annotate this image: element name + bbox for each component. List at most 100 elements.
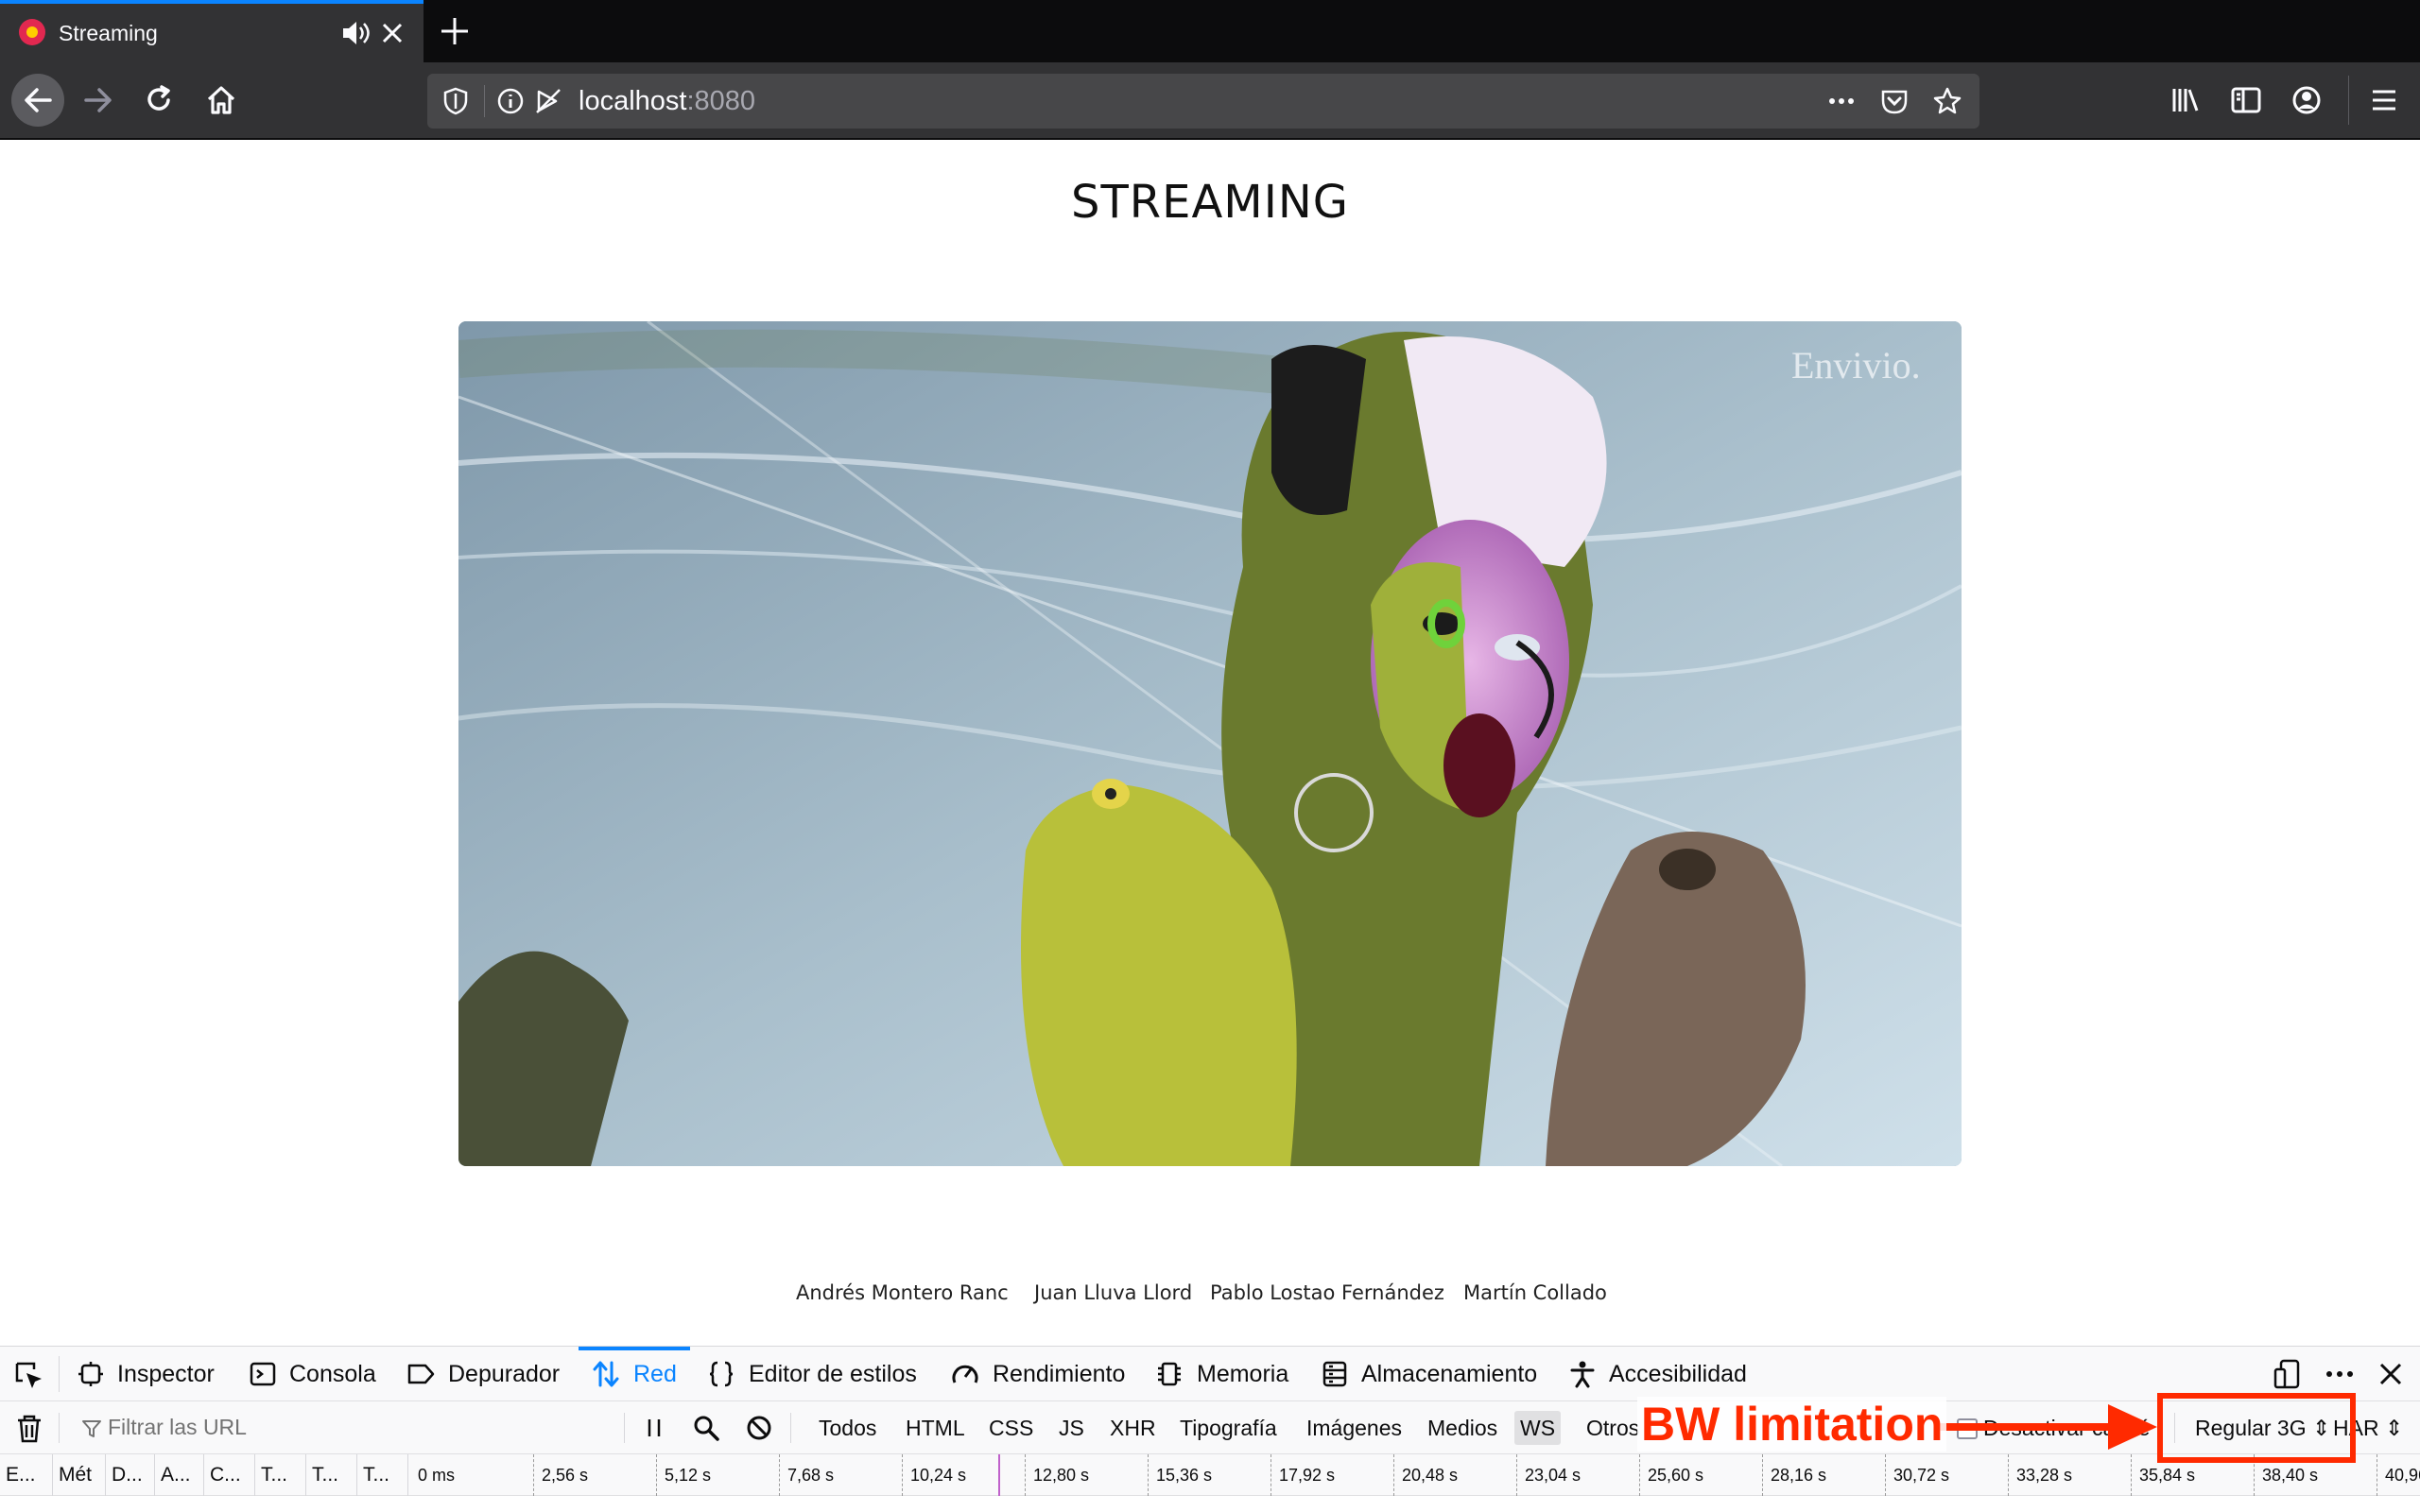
filter-css[interactable]: CSS — [983, 1411, 1039, 1445]
timeline-tick: 17,92 s — [1270, 1454, 1335, 1496]
search-icon[interactable] — [692, 1414, 720, 1442]
tab-label: Rendimiento — [993, 1360, 1126, 1387]
responsive-design-icon[interactable] — [2273, 1358, 2305, 1390]
filter-xhr[interactable]: XHR — [1104, 1411, 1162, 1445]
autoplay-blocked-icon[interactable] — [533, 86, 563, 116]
filter-media[interactable]: Medios — [1422, 1411, 1503, 1445]
tab-label: Depurador — [448, 1360, 561, 1387]
close-devtools-icon[interactable] — [2375, 1358, 2407, 1390]
url-filter-input[interactable]: Filtrar las URL — [76, 1411, 624, 1445]
new-tab-icon[interactable] — [437, 13, 473, 49]
close-tab-icon[interactable] — [378, 19, 406, 47]
column-type[interactable]: T... — [255, 1454, 306, 1496]
home-icon — [207, 86, 235, 114]
filter-fonts[interactable]: Tipografía — [1174, 1411, 1283, 1445]
timeline-tick: 33,28 s — [2008, 1454, 2072, 1496]
column-size[interactable]: T... — [357, 1454, 408, 1496]
forward-button[interactable] — [72, 74, 125, 127]
filter-js[interactable]: JS — [1053, 1411, 1090, 1445]
url-bar[interactable]: localhost:8080 — [427, 74, 1979, 129]
filter-html[interactable]: HTML — [900, 1411, 971, 1445]
annotation-highlight-box — [2157, 1393, 2356, 1463]
timeline-tick: 25,60 s — [1639, 1454, 1703, 1496]
info-icon[interactable] — [495, 86, 526, 116]
navigation-toolbar: localhost:8080 — [0, 62, 2420, 140]
url-port: :8080 — [686, 86, 756, 116]
url-filter-placeholder: Filtrar las URL — [108, 1415, 247, 1439]
block-icon[interactable] — [745, 1414, 773, 1442]
account-icon — [2292, 86, 2321, 114]
reload-icon — [147, 85, 170, 111]
pause-icon[interactable] — [641, 1415, 667, 1441]
tab-debugger[interactable]: Depurador — [406, 1347, 560, 1401]
tab-accessibility[interactable]: Accesibilidad — [1569, 1347, 1747, 1401]
tab-memory[interactable]: Memoria — [1155, 1347, 1288, 1401]
timeline-marker — [998, 1454, 1000, 1496]
column-file[interactable]: A... — [155, 1454, 204, 1496]
tab-inspector[interactable]: Inspector — [78, 1347, 215, 1401]
account-button[interactable] — [2284, 77, 2329, 123]
home-button[interactable] — [195, 74, 248, 127]
url-host: localhost — [579, 86, 687, 116]
filter-icon — [82, 1420, 101, 1437]
toolbar-separator — [59, 1413, 60, 1443]
credit-name: Martín Collado — [1463, 1281, 1607, 1304]
tab-separator — [59, 1356, 60, 1392]
inspector-icon — [78, 1362, 103, 1386]
tab-console[interactable]: Consola — [250, 1347, 376, 1401]
library-button[interactable] — [2163, 77, 2208, 123]
trash-icon[interactable] — [13, 1413, 45, 1445]
timeline-tick: 5,12 s — [656, 1454, 711, 1496]
tab-label: Editor de estilos — [749, 1360, 917, 1387]
column-status[interactable]: E... — [0, 1454, 53, 1496]
tab-network[interactable]: Red — [579, 1347, 690, 1401]
reload-button[interactable] — [132, 74, 185, 127]
accessibility-icon — [1570, 1361, 1595, 1388]
speaker-icon[interactable] — [340, 19, 372, 47]
bookmark-star-icon[interactable] — [1932, 86, 1962, 116]
request-table-header: E... Mét D... A... C... T... T... T... 0… — [0, 1454, 2420, 1496]
filter-images[interactable]: Imágenes — [1301, 1411, 1408, 1445]
element-picker-icon[interactable] — [13, 1360, 45, 1392]
url-divider — [484, 85, 485, 117]
arrow-right-icon — [84, 88, 112, 112]
page-actions-icon[interactable] — [1826, 86, 1857, 116]
url-text[interactable]: localhost:8080 — [579, 86, 755, 116]
tab-label: Red — [633, 1360, 677, 1387]
tab-label: Memoria — [1197, 1360, 1289, 1387]
timeline-tick: 23,04 s — [1516, 1454, 1581, 1496]
filter-ws[interactable]: WS — [1514, 1411, 1562, 1445]
braces-icon — [709, 1361, 734, 1387]
video-frame: Envivio. — [458, 321, 1962, 1166]
pocket-icon[interactable] — [1879, 86, 1910, 116]
menu-button[interactable] — [2361, 77, 2407, 123]
tab-storage[interactable]: Almacenamiento — [1322, 1347, 1537, 1401]
column-method[interactable]: Mét — [53, 1454, 106, 1496]
credit-name: Andrés Montero Ranc — [796, 1281, 1009, 1304]
credit-name: Juan Lluva Llord — [1034, 1281, 1193, 1304]
credit-name: Pablo Lostao Fernández — [1210, 1281, 1444, 1304]
filter-all[interactable]: Todos — [813, 1411, 882, 1445]
sidebar-button[interactable] — [2223, 77, 2269, 123]
timeline-tick: 15,36 s — [1148, 1454, 1212, 1496]
column-transferred[interactable]: T... — [306, 1454, 357, 1496]
video-player[interactable]: Envivio. — [458, 321, 1962, 1166]
back-button[interactable] — [11, 74, 64, 127]
page-title: STREAMING — [1071, 176, 1349, 229]
tab-performance[interactable]: Rendimiento — [951, 1347, 1125, 1401]
timeline-tick: 30,72 s — [1885, 1454, 1949, 1496]
annotation-label: BW limitation — [1637, 1397, 1947, 1452]
tracking-shield-icon[interactable] — [441, 86, 471, 116]
more-options-icon[interactable] — [2324, 1358, 2356, 1390]
column-domain[interactable]: D... — [106, 1454, 155, 1496]
tab-style-editor[interactable]: Editor de estilos — [707, 1347, 917, 1401]
column-cause[interactable]: C... — [204, 1454, 255, 1496]
timeline-tick: 12,80 s — [1025, 1454, 1089, 1496]
toolbar-separator — [2348, 76, 2349, 125]
timeline-tick: 10,24 s — [902, 1454, 966, 1496]
filter-other[interactable]: Otros — [1581, 1411, 1645, 1445]
sidebar-icon — [2231, 87, 2261, 113]
video-watermark: Envivio. — [1791, 344, 1921, 387]
browser-tab[interactable]: Streaming — [0, 0, 424, 62]
library-icon — [2172, 89, 2199, 112]
